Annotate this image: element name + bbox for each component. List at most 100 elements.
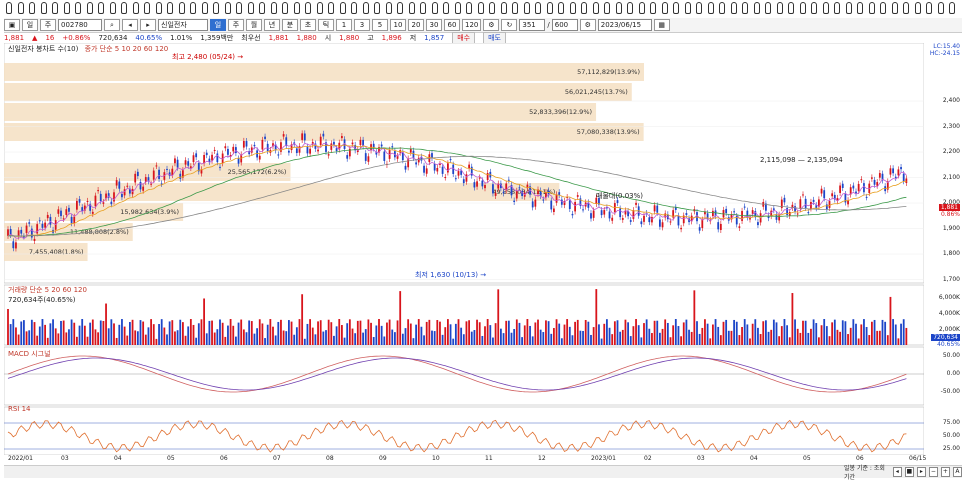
volume-bar bbox=[696, 321, 698, 345]
scroll-left-icon[interactable]: ◂ bbox=[892, 467, 902, 477]
candle-body bbox=[733, 211, 735, 213]
volume-bar bbox=[171, 320, 174, 345]
volume-bar bbox=[396, 320, 399, 345]
volume-bar bbox=[878, 330, 881, 345]
volume-profile-label: 52,833,396(12.9%) bbox=[529, 108, 592, 116]
interval-20-button[interactable]: 20 bbox=[408, 19, 424, 31]
period-tab-day[interactable]: 일 bbox=[22, 19, 38, 31]
stock-code-input[interactable]: 002780 bbox=[58, 19, 102, 31]
volume-bar bbox=[391, 329, 394, 345]
time-axis-label: 09 bbox=[379, 455, 387, 462]
next-icon[interactable]: ▸ bbox=[140, 19, 156, 31]
candle-body bbox=[15, 242, 17, 249]
candle-body bbox=[155, 165, 158, 167]
volume-bar bbox=[285, 331, 288, 345]
volume-bar bbox=[529, 325, 531, 345]
period-tab-week[interactable]: 주 bbox=[40, 19, 56, 31]
gear-icon[interactable]: ⚙ bbox=[579, 19, 596, 31]
period-day-button[interactable]: 일 bbox=[210, 19, 226, 31]
price-axis-label: 2,200 bbox=[942, 148, 960, 155]
binder-ring bbox=[167, 2, 173, 14]
candle-body bbox=[99, 193, 102, 202]
period-month-button[interactable]: 월 bbox=[246, 19, 262, 31]
candle-body bbox=[719, 223, 722, 230]
time-axis-label: 07 bbox=[273, 455, 281, 462]
volume-bar bbox=[818, 337, 820, 345]
chart-scrollbar[interactable]: 일봉 기준 : 조회기간 ◂ ■ ▸ − + A bbox=[4, 465, 962, 481]
time-axis-label: 11 bbox=[485, 455, 493, 462]
volume-bar bbox=[76, 336, 78, 345]
time-axis-label: 05 bbox=[803, 455, 811, 462]
volume-bar bbox=[738, 335, 741, 345]
period-tick-button[interactable]: 틱 bbox=[318, 19, 334, 31]
interval-120-button[interactable]: 120 bbox=[462, 19, 482, 31]
candle-body bbox=[423, 165, 425, 173]
quote-bar: 1,881 ▲ 16 +0.86% 720,634 40.65% 1.01% 1… bbox=[4, 32, 962, 44]
chart-type-icon[interactable]: ▣ bbox=[4, 19, 20, 31]
volume-bar bbox=[417, 319, 420, 345]
stop-icon[interactable]: ■ bbox=[904, 467, 914, 477]
count-input[interactable]: 351 bbox=[519, 19, 546, 31]
period-week-button[interactable]: 주 bbox=[228, 19, 244, 31]
close-pct-tag: 0.86% bbox=[940, 211, 960, 218]
candle-body bbox=[54, 220, 57, 230]
volume-bar bbox=[423, 335, 425, 345]
volume-bar bbox=[460, 327, 463, 345]
volume-bar bbox=[836, 329, 839, 345]
chart-canvas[interactable]: 57,112,829(13.9%) 56,021,245(13.7%) 52,833… bbox=[4, 43, 924, 455]
period-second-button[interactable]: 초 bbox=[300, 19, 316, 31]
candle-body bbox=[433, 163, 436, 171]
time-axis-label: 04 bbox=[114, 455, 122, 462]
volume-bar bbox=[160, 319, 163, 345]
candle-body bbox=[659, 219, 661, 227]
prev-icon[interactable]: ◂ bbox=[122, 19, 138, 31]
binder-ring bbox=[707, 2, 714, 14]
date-input[interactable]: 2023/06/15 bbox=[597, 19, 652, 31]
volume-bar bbox=[44, 324, 46, 345]
zoom-out-icon[interactable]: − bbox=[928, 467, 938, 477]
candle-body bbox=[757, 222, 759, 226]
candle-body bbox=[189, 166, 192, 168]
candle-body bbox=[825, 204, 828, 210]
candle-body bbox=[266, 143, 269, 152]
volume-bar bbox=[15, 327, 17, 345]
volume-bar bbox=[457, 319, 460, 345]
binder-ring bbox=[558, 2, 564, 14]
period-minute-button[interactable]: 분 bbox=[282, 19, 298, 31]
period-year-button[interactable]: 년 bbox=[264, 19, 280, 31]
best-label: 최우선 bbox=[241, 34, 261, 42]
candle-body bbox=[301, 133, 304, 140]
scroll-right-icon[interactable]: ▸ bbox=[916, 467, 926, 477]
volume-bar bbox=[560, 338, 563, 345]
interval-3-button[interactable]: 3 bbox=[354, 19, 370, 31]
volume-bar bbox=[648, 328, 651, 345]
volume-bar bbox=[799, 332, 802, 345]
stock-name-field[interactable]: 신일전자 bbox=[158, 19, 208, 31]
interval-1-button[interactable]: 1 bbox=[336, 19, 352, 31]
volume-bar bbox=[436, 320, 439, 345]
candle-body bbox=[441, 166, 444, 174]
interval-30-button[interactable]: 30 bbox=[426, 19, 442, 31]
volume-bar bbox=[831, 322, 834, 345]
volume-bar bbox=[184, 335, 187, 345]
refresh-icon[interactable]: ↻ bbox=[501, 19, 518, 31]
interval-10-button[interactable]: 10 bbox=[390, 19, 406, 31]
volume-bar bbox=[68, 329, 70, 345]
candle-body bbox=[113, 192, 115, 202]
interval-60-button[interactable]: 60 bbox=[444, 19, 460, 31]
high-price: 1,896 bbox=[381, 34, 402, 42]
volume-bar bbox=[359, 320, 362, 345]
volume-bar bbox=[327, 319, 330, 345]
volume-bar bbox=[216, 329, 219, 345]
search-icon[interactable]: ⌕ bbox=[104, 19, 120, 31]
binder-ring bbox=[868, 2, 875, 14]
interval-5-button[interactable]: 5 bbox=[372, 19, 388, 31]
zoom-in-icon[interactable]: + bbox=[940, 467, 950, 477]
volume-bar bbox=[841, 320, 844, 345]
volume-bar bbox=[706, 323, 709, 345]
candle-body bbox=[643, 215, 645, 222]
settings-icon[interactable]: ⚙ bbox=[483, 19, 500, 31]
expand-icon[interactable]: A bbox=[952, 467, 962, 477]
volume-bar bbox=[632, 326, 635, 345]
calendar-icon[interactable]: ▦ bbox=[653, 19, 670, 31]
